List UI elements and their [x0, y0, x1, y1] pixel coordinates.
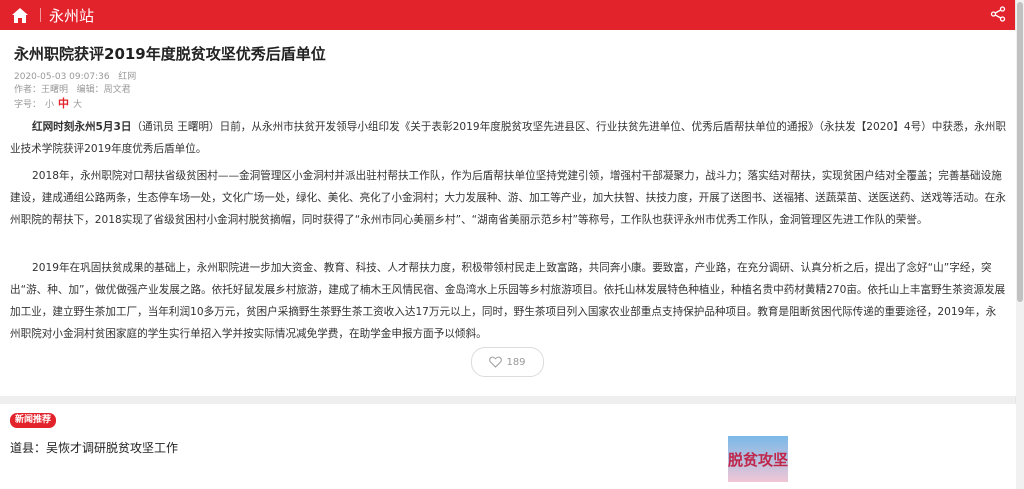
home-icon[interactable]: [11, 6, 29, 24]
like-button[interactable]: 189: [471, 347, 544, 377]
article-datetime: 2020-05-03 09:07:36: [14, 72, 110, 82]
article-title: 永州职院获评2019年度脱贫攻坚优秀后盾单位: [14, 45, 326, 63]
thumbnail-caption: 脱贫攻坚: [728, 451, 788, 469]
article-author: 作者：王曙明: [14, 85, 69, 95]
article-meta-date: 2020-05-03 09:07:36 红网: [14, 69, 136, 82]
recommend-item-title[interactable]: 道县：吴恢才调研脱贫攻坚工作: [10, 439, 178, 456]
divider: [40, 8, 41, 22]
font-size-large[interactable]: 大: [73, 100, 82, 110]
scrollbar[interactable]: [1015, 0, 1024, 489]
article-paragraph-3: 2019年在巩固扶贫成果的基础上，永州职院进一步加大资金、教育、科技、人才帮扶力…: [10, 262, 1006, 340]
share-icon[interactable]: [990, 6, 1006, 22]
font-size-control: 字号：小中大: [14, 95, 82, 111]
recommend-item-thumbnail[interactable]: 脱贫攻坚: [728, 436, 788, 482]
article-meta-author: 作者：王曙明 编辑：周文君: [14, 82, 131, 95]
font-size-label: 字号：: [14, 100, 42, 110]
font-size-small[interactable]: 小: [45, 100, 54, 110]
article-source: 红网: [118, 72, 137, 82]
top-bar: 永州站: [0, 0, 1016, 30]
article-editor: 编辑：周文君: [76, 85, 131, 95]
station-title[interactable]: 永州站: [49, 5, 94, 26]
scrollbar-thumb[interactable]: [1017, 2, 1023, 302]
heart-icon: [489, 356, 503, 368]
article-paragraph-2: 2018年，永州职院对口帮扶省级贫困村——金洞管理区小金洞村并派出驻村帮扶工作队…: [10, 170, 1006, 226]
recommend-badge: 新闻推荐: [10, 413, 57, 428]
article-paragraph-1-text: （通讯员 王曙明）日前，从永州市扶贫开发领导小组印发《关于表彰2019年度脱贫攻…: [10, 121, 1006, 155]
article-lead: 红网时刻永州5月3日: [32, 121, 132, 133]
font-size-medium[interactable]: 中: [58, 97, 69, 110]
article-card: 永州职院获评2019年度脱贫攻坚优秀后盾单位 2020-05-03 09:07:…: [0, 30, 1016, 396]
article-paragraph-1: 红网时刻永州5月3日（通讯员 王曙明）日前，从永州市扶贫开发领导小组印发《关于表…: [10, 116, 1006, 160]
like-count: 189: [506, 356, 526, 368]
news-recommend-section: 新闻推荐 道县：吴恢才调研脱贫攻坚工作 脱贫攻坚: [0, 404, 1016, 489]
